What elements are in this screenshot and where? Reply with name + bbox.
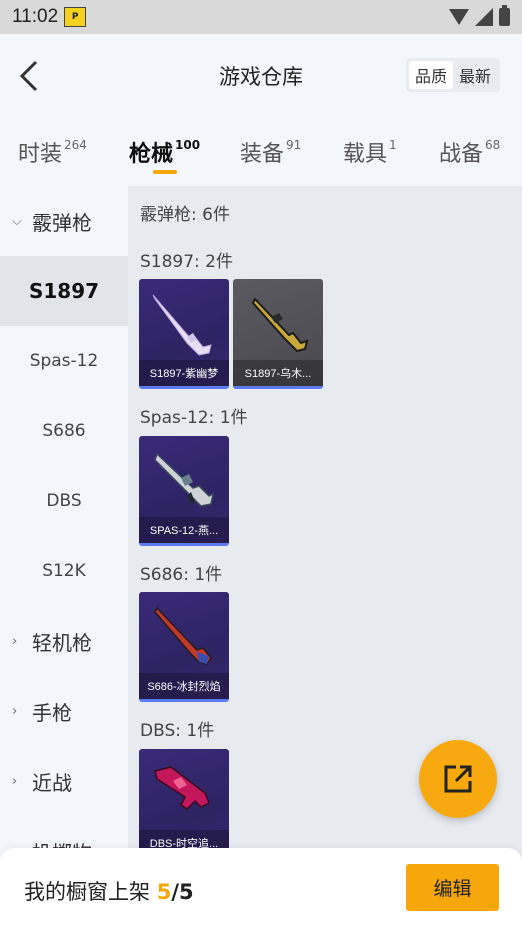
tab-vehicles[interactable]: 载具 1 — [343, 136, 397, 168]
status-bar: 11:02 P — [0, 0, 522, 34]
category-summary: 霰弹枪: 6件 — [140, 205, 230, 225]
signal-icon — [475, 8, 493, 26]
sidebar-item-label: DBS — [46, 491, 82, 511]
weapon-card[interactable]: DBS-时空追... — [139, 749, 229, 859]
weapon-card-label: S1897-乌木... — [233, 360, 323, 386]
sort-option-quality[interactable]: 品质 — [408, 61, 453, 89]
app-header: 游戏仓库 品质 最新 — [0, 34, 522, 118]
sidebar-item-label: Spas-12 — [29, 351, 99, 371]
showcase-separator: / — [171, 880, 179, 904]
edit-button[interactable]: 编辑 — [406, 864, 499, 911]
tab-count: 264 — [64, 138, 87, 152]
weapon-card-label: S1897-紫幽梦 — [139, 360, 229, 386]
sidebar-item-label: S1897 — [28, 279, 100, 303]
sidebar-group-shotguns[interactable]: ⌵ 霰弹枪 — [0, 186, 128, 256]
weapon-card-label: SPAS-12-燕... — [139, 517, 229, 543]
weapon-card[interactable]: SPAS-12-燕... — [139, 436, 229, 546]
sidebar-item-s12k[interactable]: S12K — [0, 536, 128, 606]
tab-count: 68 — [485, 138, 501, 152]
section-title: DBS: 1件 — [140, 721, 215, 741]
tab-label: 枪械 — [129, 142, 174, 167]
tab-outfits[interactable]: 时装 264 — [18, 136, 87, 168]
sidebar-group-melee[interactable]: › 近战 — [0, 746, 128, 816]
sidebar-item-s686[interactable]: S686 — [0, 396, 128, 466]
sidebar-group-pistols[interactable]: › 手枪 — [0, 676, 128, 746]
battery-icon — [499, 5, 510, 26]
tab-label: 装备 — [240, 142, 285, 167]
category-tabs: 时装 264 枪械 100 装备 91 载具 1 战备 68 — [0, 118, 522, 186]
shotgun-skin-image — [154, 606, 212, 665]
tab-label: 载具 — [343, 142, 388, 167]
section-title: S686: 1件 — [140, 565, 223, 585]
external-link-icon — [444, 765, 472, 793]
chevron-right-icon: › — [12, 633, 18, 649]
share-button[interactable] — [419, 740, 497, 818]
shotgun-skin-image — [154, 452, 215, 507]
weapon-card[interactable]: S1897-乌木... — [233, 279, 323, 389]
section-title: S1897: 2件 — [140, 252, 234, 272]
sidebar-item-label: S686 — [42, 421, 86, 441]
tab-label: 战备 — [439, 142, 484, 167]
shotgun-skin-image — [152, 294, 212, 356]
sidebar-item-label: 近战 — [32, 770, 72, 795]
status-time: 11:02 — [12, 6, 59, 27]
weapon-category-sidebar: ⌵ 霰弹枪 S1897 Spas-12 S686 DBS S12K › 轻机枪 … — [0, 186, 128, 866]
tab-supplies[interactable]: 战备 68 — [439, 136, 500, 168]
sort-toggle: 品质 最新 — [405, 58, 500, 92]
sidebar-item-s1897[interactable]: S1897 — [0, 256, 128, 326]
section-title: Spas-12: 1件 — [140, 408, 248, 428]
showcase-total-count: 5 — [178, 880, 194, 904]
wifi-icon — [449, 9, 469, 25]
status-icons — [449, 5, 510, 26]
showcase-bar: 我的橱窗上架 5/5 编辑 — [0, 848, 522, 928]
sidebar-item-dbs[interactable]: DBS — [0, 466, 128, 536]
tab-equipment[interactable]: 装备 91 — [240, 136, 301, 168]
showcase-label: 我的橱窗上架 — [24, 880, 150, 904]
tab-count: 1 — [389, 138, 397, 152]
sort-option-newest[interactable]: 最新 — [453, 61, 497, 89]
sidebar-item-label: 轻机枪 — [32, 630, 92, 655]
chevron-down-icon: ⌵ — [12, 213, 22, 229]
shotgun-skin-image — [251, 297, 309, 353]
sidebar-item-spas12[interactable]: Spas-12 — [0, 326, 128, 396]
tab-count: 91 — [286, 138, 302, 152]
chevron-right-icon: › — [12, 773, 18, 789]
showcase-current-count: 5 — [156, 880, 172, 904]
chevron-right-icon: › — [12, 703, 18, 719]
tab-firearms[interactable]: 枪械 100 — [129, 136, 200, 168]
weapon-card-label: S686-冰封烈焰 — [139, 673, 229, 699]
weapon-card[interactable]: S1897-紫幽梦 — [139, 279, 229, 389]
tab-label: 时装 — [18, 142, 63, 167]
tab-count: 100 — [175, 138, 201, 152]
shotgun-skin-image — [154, 766, 210, 810]
weapon-card[interactable]: S686-冰封烈焰 — [139, 592, 229, 702]
sidebar-item-label: S12K — [42, 561, 86, 581]
sidebar-item-label: 霰弹枪 — [32, 210, 92, 235]
showcase-status: 我的橱窗上架 5/5 — [24, 876, 194, 906]
sidebar-group-lmg[interactable]: › 轻机枪 — [0, 606, 128, 676]
active-tab-indicator — [153, 170, 177, 174]
app-notification-icon: P — [64, 7, 87, 27]
sidebar-item-label: 手枪 — [32, 700, 72, 725]
